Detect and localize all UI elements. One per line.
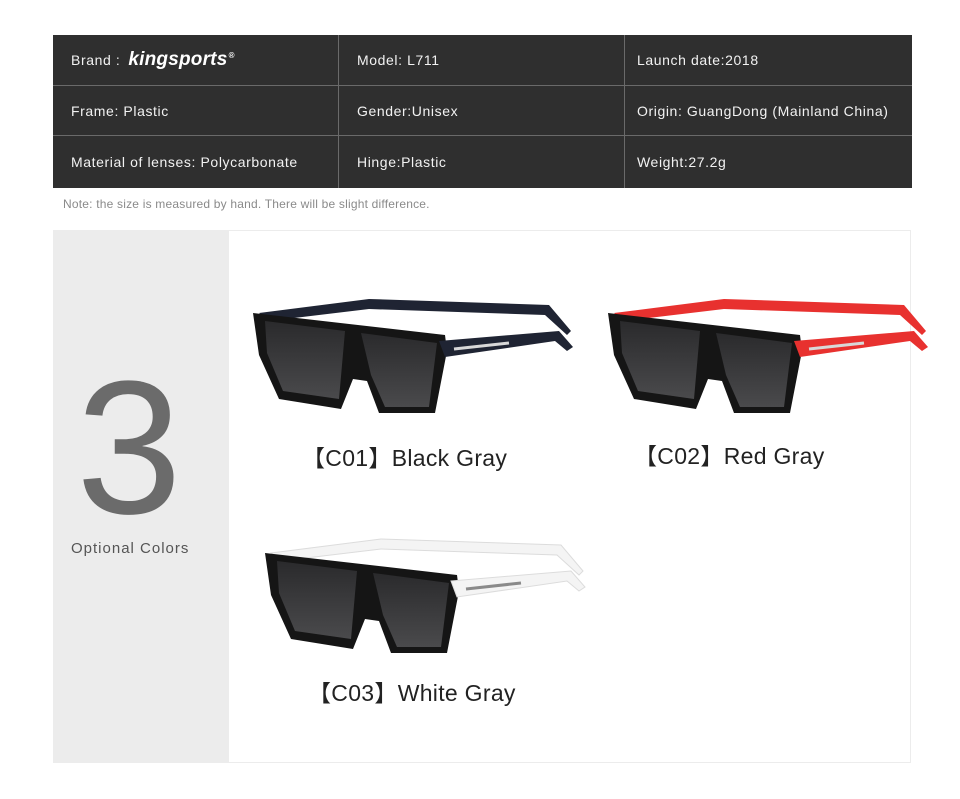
product-image-c02[interactable] — [604, 291, 934, 431]
product-label-c03: 【C03】White Gray — [308, 680, 516, 706]
color-count-sidebar: 3 Optional Colors — [54, 231, 229, 762]
spec-model: Model: L711 — [339, 35, 625, 86]
spec-gender: Gender:Unisex — [339, 86, 625, 136]
brand-label: Brand : — [71, 52, 121, 68]
color-count-number: 3 — [76, 342, 182, 554]
spec-frame: Frame: Plastic — [53, 86, 339, 136]
product-image-c01[interactable] — [249, 291, 579, 431]
spec-weight: Weight:27.2g — [637, 154, 727, 170]
spec-brand: Brand : kingsports® — [53, 35, 339, 86]
color-count-caption: Optional Colors — [71, 540, 190, 557]
product-label-c02: 【C02】Red Gray — [634, 443, 825, 469]
brand-logo: kingsports® — [128, 49, 235, 70]
spec-hinge: Hinge:Plastic — [339, 136, 625, 188]
product-label-c01: 【C01】Black Gray — [302, 445, 508, 471]
spec-launch-date: Launch date:2018 — [625, 35, 912, 86]
spec-lens-material: Material of lenses: Polycarbonate — [53, 136, 339, 188]
spec-table: Brand : kingsports® Model: L711 Launch d… — [53, 35, 912, 188]
size-note: Note: the size is measured by hand. Ther… — [63, 197, 430, 211]
color-options-panel: 3 Optional Colors 【C01】Black Gray 【C02】R… — [53, 230, 928, 763]
product-image-c03[interactable] — [261, 531, 591, 671]
spec-origin: Origin: GuangDong (Mainland China) — [625, 86, 912, 136]
